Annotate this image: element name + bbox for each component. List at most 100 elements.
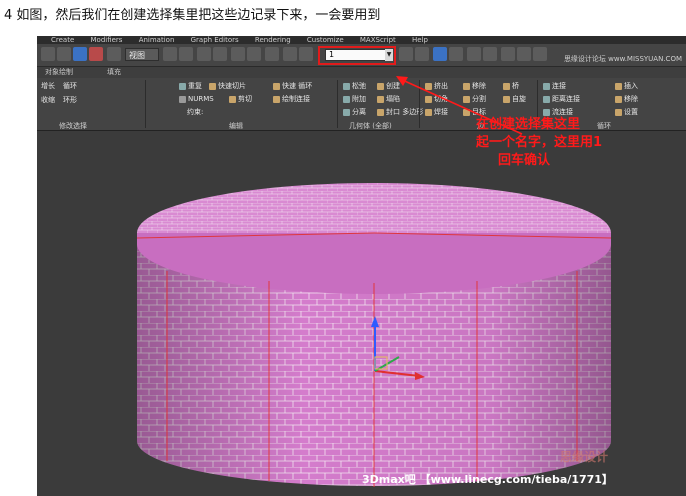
ribbon-remove-loop[interactable]: 移除: [615, 95, 638, 104]
target-icon: [463, 108, 470, 116]
graphite-toggle-icon[interactable]: [449, 47, 463, 61]
distance-connect-icon: [543, 95, 550, 103]
ribbon-shrink[interactable]: 收缩: [41, 96, 55, 105]
tab-populate[interactable]: 填充: [107, 67, 121, 78]
ribbon-grow[interactable]: 增长: [41, 82, 55, 91]
edit-named-sets-icon[interactable]: [283, 47, 297, 61]
remove-icon: [463, 82, 470, 90]
menu-bar: Create Modifiers Animation Graph Editors…: [37, 36, 686, 44]
ribbon-collapse-label: 塌陷: [386, 95, 400, 103]
ribbon-swiftloop-label: 快速 循环: [282, 82, 313, 90]
setup-icon: [615, 108, 622, 116]
material-editor-icon[interactable]: [501, 47, 515, 61]
ribbon-relax-label: 松弛: [352, 82, 366, 90]
layer-manager-icon[interactable]: [433, 47, 447, 61]
select-manipulate-icon[interactable]: [179, 47, 193, 61]
menu-help[interactable]: Help: [412, 36, 428, 44]
connect-icon: [543, 82, 550, 90]
spinner-snap-icon[interactable]: [265, 47, 279, 61]
render-icon[interactable]: [533, 47, 547, 61]
ribbon-distance-connect-label: 距离连接: [552, 95, 580, 103]
annotation-line-2: 起一个名字，这里用1: [476, 135, 603, 150]
ribbon-nurms[interactable]: NURMS: [179, 95, 214, 104]
group-modify-selection[interactable]: 修改选择: [59, 121, 87, 131]
logo-watermark: 思缘设计: [560, 450, 609, 464]
group-edit[interactable]: 编辑: [229, 121, 243, 131]
snap-3d-icon[interactable]: [213, 47, 227, 61]
tab-object-paint[interactable]: 对象绘制: [45, 67, 73, 78]
mirror-icon[interactable]: [399, 47, 413, 61]
ribbon-swiftloop[interactable]: 快速 循环: [273, 82, 312, 91]
cap-poly-icon: [377, 108, 384, 116]
relax-icon: [343, 82, 350, 90]
tutorial-caption: 4 如图，然后我们在创建选择集里把这些边记录下来，一会要用到: [4, 8, 381, 23]
insert-loop-icon: [615, 82, 622, 90]
site-watermark: 思缘设计论坛 www.MISSYUAN.COM: [563, 55, 682, 63]
ribbon-split[interactable]: 分割: [463, 95, 486, 104]
snap-2d-icon[interactable]: [197, 47, 211, 61]
ribbon-quickslice[interactable]: 快速切片: [209, 82, 246, 91]
ribbon-target-label: 目标: [472, 108, 486, 116]
menu-animation[interactable]: Animation: [139, 36, 175, 44]
annotation-line-3: 回车确认: [498, 153, 551, 168]
cylinder-model[interactable]: [37, 131, 686, 496]
menu-customize[interactable]: Customize: [307, 36, 344, 44]
ribbon-create[interactable]: 创建: [377, 82, 400, 91]
collapse-icon: [377, 95, 384, 103]
ribbon-loop[interactable]: 循环: [63, 82, 77, 91]
ribbon-distance-connect[interactable]: 距离连接: [543, 95, 580, 104]
ribbon-repeat-label: 重复: [188, 82, 202, 90]
bridge-icon: [503, 82, 510, 90]
chamfer-icon: [425, 95, 432, 103]
ribbon-chamfer[interactable]: 切角: [425, 95, 448, 104]
menu-graph-editors[interactable]: Graph Editors: [191, 36, 239, 44]
align-icon[interactable]: [415, 47, 429, 61]
ribbon-weld[interactable]: 焊接: [425, 108, 448, 117]
ribbon-split-label: 分割: [472, 95, 486, 103]
pivot-icon[interactable]: [163, 47, 177, 61]
menu-create[interactable]: Create: [51, 36, 74, 44]
ribbon-paint-connect[interactable]: 绘制连接: [273, 95, 310, 104]
ribbon-insert-loop[interactable]: 插入: [615, 82, 638, 91]
create-icon: [377, 82, 384, 90]
ribbon-collapse[interactable]: 塌陷: [377, 95, 400, 104]
divider: [419, 80, 420, 128]
render-setup-icon[interactable]: [517, 47, 531, 61]
ribbon-cut[interactable]: 剪切: [229, 95, 252, 104]
ribbon-connect[interactable]: 连接: [543, 82, 566, 91]
ribbon-paint-connect-label: 绘制连接: [282, 95, 310, 103]
ribbon-insert-loop-label: 插入: [624, 82, 638, 90]
percent-snap-icon[interactable]: [247, 47, 261, 61]
window-crossing-icon[interactable]: [107, 47, 121, 61]
ribbon-setup[interactable]: 设置: [615, 108, 638, 117]
select-region-icon[interactable]: [89, 47, 103, 61]
ribbon-detach[interactable]: 分离: [343, 108, 366, 117]
ribbon-extrude[interactable]: 挤出: [425, 82, 448, 91]
ribbon-attach[interactable]: 附加: [343, 95, 366, 104]
ribbon-remove[interactable]: 移除: [463, 82, 486, 91]
menu-maxscript[interactable]: MAXScript: [360, 36, 396, 44]
group-geometry-all[interactable]: 几何体 (全部): [349, 121, 392, 131]
annotation-line-1: 在创建选择集这里: [476, 117, 581, 132]
magnet-icon[interactable]: [299, 47, 313, 61]
annotation-text: 在创建选择集这里 起一个名字，这里用1 回车确认: [476, 116, 602, 170]
repeat-icon: [179, 82, 186, 90]
menu-modifiers[interactable]: Modifiers: [91, 36, 123, 44]
angle-snap-icon[interactable]: [231, 47, 245, 61]
reference-coord-dropdown[interactable]: 视图: [125, 48, 159, 61]
curve-editor-icon[interactable]: [467, 47, 481, 61]
ribbon-relax[interactable]: 松弛: [343, 82, 366, 91]
schematic-view-icon[interactable]: [483, 47, 497, 61]
ribbon-ring[interactable]: 环形: [63, 96, 77, 105]
ribbon-bridge[interactable]: 桥: [503, 82, 519, 91]
redo-icon[interactable]: [57, 47, 71, 61]
ribbon-spin[interactable]: 自旋: [503, 95, 526, 104]
ribbon-cap-poly[interactable]: 封口 多边形: [377, 108, 423, 117]
perspective-viewport[interactable]: [37, 131, 686, 496]
ribbon-weld-label: 焊接: [434, 108, 448, 116]
select-object-icon[interactable]: [73, 47, 87, 61]
ribbon-spin-label: 自旋: [512, 95, 526, 103]
undo-icon[interactable]: [41, 47, 55, 61]
ribbon-repeat[interactable]: 重复: [179, 82, 202, 91]
menu-rendering[interactable]: Rendering: [255, 36, 291, 44]
